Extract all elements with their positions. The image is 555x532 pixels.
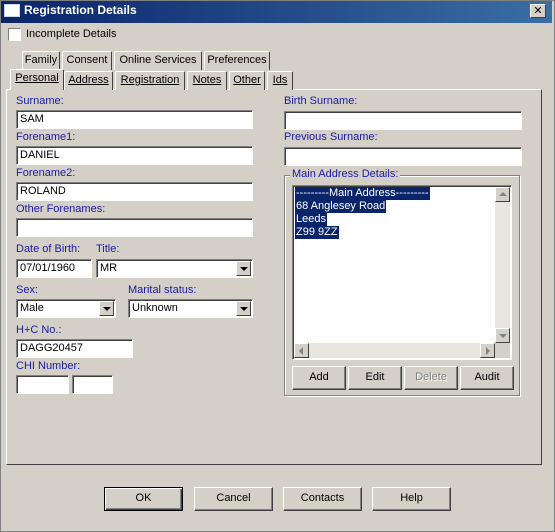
sex-select-value: Male: [20, 302, 44, 314]
chevron-down-icon[interactable]: [236, 261, 251, 276]
address-line[interactable]: ---------Main Address---------: [295, 187, 430, 200]
tab-label: Online Services: [119, 54, 197, 66]
hc-number-field[interactable]: DAGG20457: [16, 339, 133, 358]
tab-label: Preferences: [207, 54, 267, 66]
chi-number-field-2[interactable]: [72, 375, 113, 394]
tab-ids[interactable]: Ids: [267, 71, 293, 90]
tab-label: Ids: [272, 74, 288, 86]
forename1-label: Forename1:: [16, 131, 76, 143]
tab-label: Personal: [15, 72, 59, 84]
tab-preferences[interactable]: Preferences: [204, 51, 270, 70]
chi-number-field-1[interactable]: [16, 375, 69, 394]
close-button[interactable]: ✕: [530, 4, 546, 18]
marital-status-select-value: Unknown: [132, 302, 178, 314]
tab-label: Notes: [192, 74, 222, 86]
main-address-group-label: Main Address Details:: [290, 168, 401, 180]
chevron-down-icon[interactable]: [99, 301, 114, 316]
title-label: Title:: [96, 243, 120, 255]
surname-field[interactable]: SAM: [16, 110, 253, 129]
help-button[interactable]: Help: [372, 487, 451, 511]
date-of-birth-field[interactable]: 07/01/1960: [16, 259, 92, 278]
incomplete-details-checkbox[interactable]: [8, 28, 21, 41]
address-line[interactable]: Leeds: [295, 213, 327, 226]
tab-online-services[interactable]: Online Services: [114, 51, 202, 70]
sex-label: Sex:: [16, 284, 39, 296]
tab-registration[interactable]: Registration: [115, 71, 185, 90]
tab-other[interactable]: Other: [229, 71, 265, 90]
forename2-label: Forename2:: [16, 167, 76, 179]
tab-label: Consent: [66, 54, 108, 66]
tab-consent[interactable]: Consent: [62, 51, 112, 70]
horizontal-scrollbar[interactable]: [294, 343, 495, 358]
birth-surname-field[interactable]: [284, 111, 522, 130]
edit-address-button[interactable]: Edit: [348, 366, 402, 390]
delete-address-button[interactable]: Delete: [404, 366, 458, 390]
previous-surname-label: Previous Surname:: [284, 131, 378, 143]
ok-button[interactable]: OK: [104, 487, 183, 511]
audit-address-button[interactable]: Audit: [460, 366, 514, 390]
tab-label: Address: [68, 74, 109, 86]
scroll-up-button[interactable]: [495, 187, 510, 202]
cancel-button[interactable]: Cancel: [194, 487, 273, 511]
tab-label: Registration: [120, 74, 180, 86]
forename1-field[interactable]: DANIEL: [16, 146, 253, 165]
surname-label: Surname:: [16, 95, 64, 107]
scroll-down-button[interactable]: [495, 328, 510, 343]
chi-number-label: CHI Number:: [16, 360, 81, 372]
window-icon: [4, 4, 20, 17]
chevron-down-icon[interactable]: [236, 301, 251, 316]
arrow-right-icon: [486, 347, 490, 355]
tab-family[interactable]: Family: [22, 51, 60, 70]
add-address-button[interactable]: Add: [292, 366, 346, 390]
title-select-value: MR: [100, 262, 118, 274]
contacts-button[interactable]: Contacts: [283, 487, 362, 511]
arrow-down-icon: [499, 334, 507, 338]
arrow-left-icon: [299, 347, 303, 355]
address-line[interactable]: Z99 9ZZ: [295, 226, 339, 239]
tab-label: Other: [233, 74, 261, 86]
address-listbox[interactable]: ---------Main Address--------- 68 Angles…: [292, 185, 512, 360]
scroll-left-button[interactable]: [294, 343, 309, 358]
scrollbar-corner: [495, 343, 510, 358]
incomplete-details-label: Incomplete Details: [26, 28, 117, 40]
marital-status-label: Marital status:: [128, 284, 197, 296]
address-line[interactable]: 68 Anglesey Road: [295, 200, 387, 213]
other-forenames-field[interactable]: [16, 218, 253, 237]
date-of-birth-label: Date of Birth:: [16, 243, 81, 255]
title-select[interactable]: MR: [96, 259, 253, 278]
tab-address[interactable]: Address: [64, 71, 113, 90]
vertical-scrollbar[interactable]: [495, 187, 510, 343]
forename2-field[interactable]: ROLAND: [16, 182, 253, 201]
window-title: Registration Details: [24, 3, 137, 17]
hc-number-label: H+C No.:: [16, 324, 62, 336]
tab-label: Family: [24, 54, 58, 66]
sex-select[interactable]: Male: [16, 299, 116, 318]
arrow-up-icon: [499, 192, 507, 196]
other-forenames-label: Other Forenames:: [16, 203, 106, 215]
scroll-right-button[interactable]: [480, 343, 495, 358]
marital-status-select[interactable]: Unknown: [128, 299, 253, 318]
close-icon: ✕: [533, 4, 543, 17]
birth-surname-label: Birth Surname:: [284, 95, 358, 107]
tab-notes[interactable]: Notes: [187, 71, 227, 90]
tab-personal[interactable]: Personal: [10, 69, 64, 90]
previous-surname-field[interactable]: [284, 147, 522, 166]
